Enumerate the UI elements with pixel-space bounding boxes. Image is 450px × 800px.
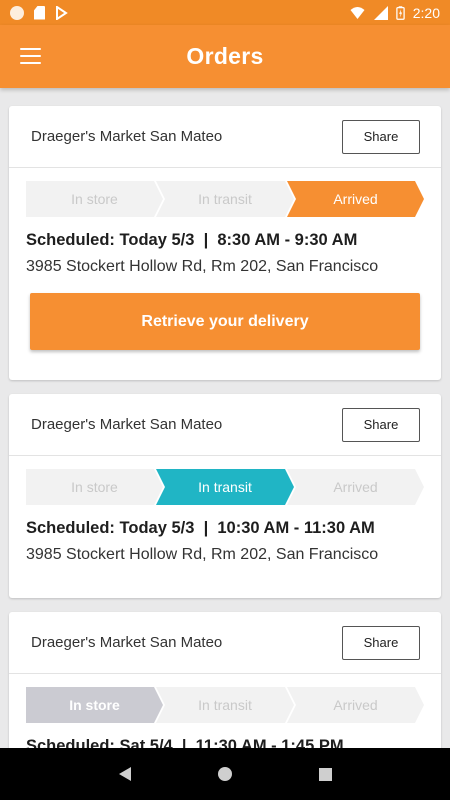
app-bar: Orders bbox=[0, 25, 450, 88]
system-nav-bar bbox=[0, 748, 450, 800]
share-button[interactable]: Share bbox=[342, 625, 420, 660]
step-in-store: In store bbox=[26, 181, 163, 217]
notification-dot-icon bbox=[10, 5, 24, 20]
address-text: 3985 Stockert Hollow Rd, Rm 202, San Fra… bbox=[26, 258, 379, 275]
wifi-icon bbox=[350, 6, 365, 19]
step-in-transit: In transit bbox=[156, 687, 294, 723]
order-card-header: Draeger's Market San Mateo Share bbox=[9, 394, 441, 456]
share-button[interactable]: Share bbox=[342, 407, 420, 442]
order-progress: In store In transit Arrived bbox=[26, 469, 424, 505]
status-clock: 2:20 bbox=[412, 4, 440, 21]
sd-card-icon bbox=[34, 5, 45, 20]
order-card-header: Draeger's Market San Mateo Share bbox=[9, 612, 441, 674]
download-icon bbox=[56, 5, 68, 20]
step-arrived: Arrived bbox=[287, 687, 424, 723]
step-in-transit: In transit bbox=[156, 469, 294, 505]
recents-icon[interactable] bbox=[318, 767, 332, 781]
order-progress: In store In transit Arrived bbox=[26, 687, 424, 723]
signal-icon bbox=[373, 5, 388, 20]
schedule-text: Scheduled: Today 5/3 | 8:30 AM - 9:30 AM bbox=[26, 231, 358, 249]
home-icon[interactable] bbox=[217, 767, 232, 781]
back-icon[interactable] bbox=[118, 767, 131, 781]
order-card-header: Draeger's Market San Mateo Share bbox=[9, 106, 441, 168]
order-card: Draeger's Market San Mateo Share In stor… bbox=[9, 394, 441, 598]
store-name: Draeger's Market San Mateo bbox=[31, 634, 223, 651]
schedule-text: Scheduled: Today 5/3 | 10:30 AM - 11:30 … bbox=[26, 519, 375, 537]
address-text: 3985 Stockert Hollow Rd, Rm 202, San Fra… bbox=[26, 546, 379, 563]
order-progress: In store In transit Arrived bbox=[26, 181, 424, 217]
step-in-store: In store bbox=[26, 687, 163, 723]
page-title: Orders bbox=[186, 43, 264, 69]
retrieve-delivery-button[interactable]: Retrieve your delivery bbox=[30, 293, 420, 350]
store-name: Draeger's Market San Mateo bbox=[31, 416, 223, 433]
step-arrived: Arrived bbox=[287, 469, 424, 505]
step-arrived: Arrived bbox=[287, 181, 424, 217]
status-bar: 2:20 bbox=[0, 0, 450, 25]
order-card: Draeger's Market San Mateo Share In stor… bbox=[9, 612, 441, 748]
orders-list[interactable]: Draeger's Market San Mateo Share In stor… bbox=[0, 88, 450, 748]
menu-icon[interactable] bbox=[20, 48, 41, 64]
share-button[interactable]: Share bbox=[342, 119, 420, 154]
step-in-transit: In transit bbox=[156, 181, 294, 217]
schedule-text: Scheduled: Sat 5/4 | 11:30 AM - 1:45 PM bbox=[26, 737, 344, 748]
store-name: Draeger's Market San Mateo bbox=[31, 128, 223, 145]
step-in-store: In store bbox=[26, 469, 163, 505]
order-card: Draeger's Market San Mateo Share In stor… bbox=[9, 106, 441, 380]
battery-icon bbox=[396, 5, 405, 20]
